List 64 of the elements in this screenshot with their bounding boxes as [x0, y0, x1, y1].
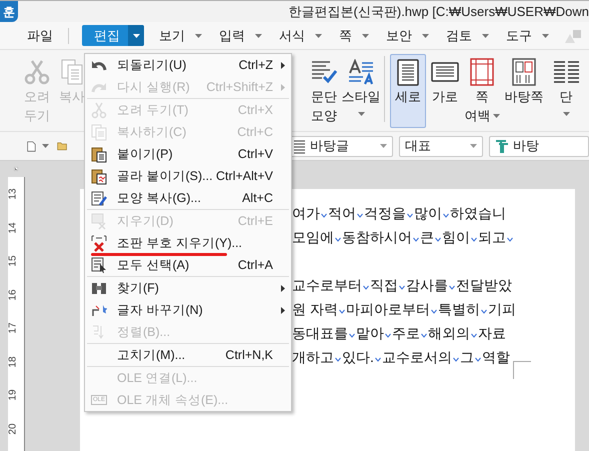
ruler-number: 19: [8, 389, 19, 401]
ruler-number: 16: [8, 288, 19, 300]
document-text: 모임에: [292, 228, 334, 246]
menu-item[interactable]: 글자 바꾸기(N): [85, 299, 291, 321]
ribbon-button[interactable]: 쪽 여백: [464, 54, 500, 128]
document-text: 맡아: [356, 324, 384, 342]
dropdown-field[interactable]: 대표: [399, 136, 483, 156]
menu-tab[interactable]: 서식: [277, 25, 324, 46]
menu-item[interactable]: 고치기(M)... Ctrl+N,K: [85, 344, 291, 366]
menu-tab[interactable]: 도구: [504, 25, 551, 46]
menu-tab[interactable]: 입력: [217, 25, 264, 46]
menu-tab[interactable]: 편집: [82, 25, 144, 46]
document-text: 걱정을: [364, 204, 406, 222]
document-text: 역할: [482, 348, 510, 366]
menu-tab[interactable]: 검토: [444, 25, 491, 46]
document-text: 전달받았: [456, 276, 512, 294]
document-text: 특별히: [438, 300, 480, 318]
document-text: 주로: [392, 324, 420, 342]
app-logo: 훈: [0, 1, 18, 22]
menu-tab[interactable]: 쪽: [337, 25, 371, 46]
document-text: 있다.: [342, 348, 374, 366]
document-text: 적어: [328, 204, 356, 222]
ribbon-button[interactable]: 바탕쪽: [501, 54, 547, 128]
document-text: 마피아로부터: [346, 300, 430, 318]
document-text: 많이: [414, 204, 442, 222]
menu-item[interactable]: 모양 복사(G)... Alt+C: [85, 187, 291, 209]
document-text: 교수로서의: [382, 348, 452, 366]
ruler-number: 20: [8, 422, 19, 434]
document-text: 동참하시어: [342, 228, 412, 246]
ribbon-button[interactable]: 가로: [427, 54, 463, 128]
document-text: 여가: [292, 204, 320, 222]
document-text: 기피: [488, 300, 516, 318]
document-text: 원 자력: [292, 300, 338, 318]
ribbon-button[interactable]: 스타일: [343, 54, 379, 128]
menu-item[interactable]: 찾기(F): [85, 277, 291, 299]
document-text: 하였습니: [450, 204, 506, 222]
ribbon-button[interactable]: 단: [548, 54, 584, 128]
document-text: 자료: [478, 324, 506, 342]
menu-tab[interactable]: 보기: [157, 25, 204, 46]
menu-item[interactable]: 조판 부호 지우기(Y)...: [85, 232, 291, 254]
document-text: 개하고: [292, 348, 334, 366]
window-title: 한글편집본(신국판).hwp [C:₩Users₩USER₩Down: [288, 2, 589, 21]
menu-item[interactable]: 되돌리기(U) Ctrl+Z: [85, 54, 291, 76]
ruler-number: 17: [8, 322, 19, 334]
menu-item[interactable]: 골라 붙이기(S)... Ctrl+Alt+V: [85, 165, 291, 187]
ruler-number: 18: [8, 356, 19, 368]
document-text: 큰: [420, 228, 434, 246]
menu-tab[interactable]: 파일: [25, 25, 55, 46]
document-text: 되고: [478, 228, 506, 246]
ribbon-button[interactable]: 문단 모양: [306, 54, 342, 128]
document-text: 힘이: [442, 228, 470, 246]
menu-tab[interactable]: 보안: [384, 25, 431, 46]
document-text: 직접: [370, 276, 398, 294]
menu-item[interactable]: 모두 선택(A) Ctrl+A: [85, 254, 291, 276]
document-text: 감사를: [406, 276, 448, 294]
ribbon-button[interactable]: 세로: [390, 54, 426, 128]
document-text: 교수로부터: [292, 276, 362, 294]
document-text: 해외의: [428, 324, 470, 342]
ruler-number: 15: [8, 255, 19, 267]
document-text: 동대표를: [292, 324, 348, 342]
ruler-number: 13: [8, 188, 19, 200]
ruler-number: 14: [8, 222, 19, 234]
document-text: 그: [460, 348, 474, 366]
dropdown-field[interactable]: 바탕: [489, 136, 589, 156]
